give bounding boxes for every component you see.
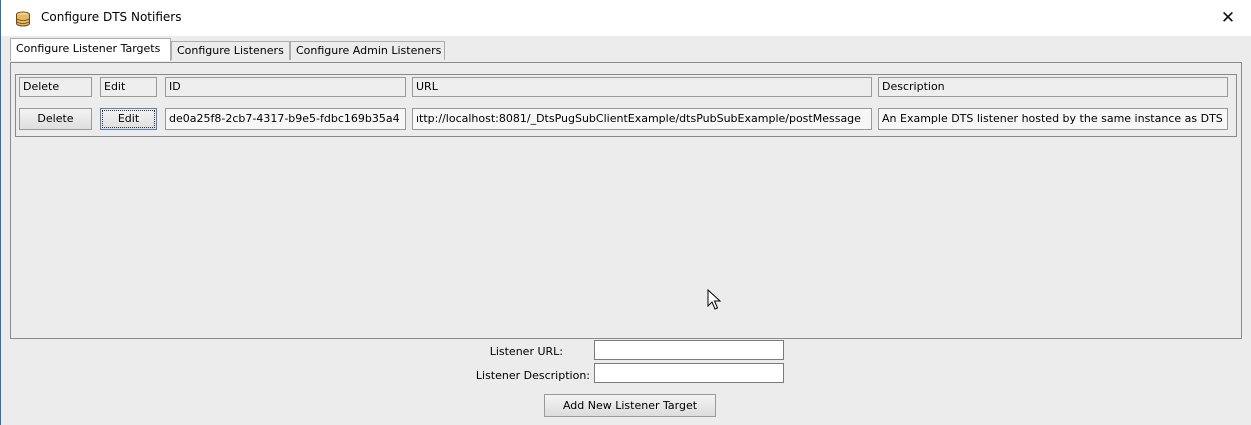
column-header-description: Description bbox=[878, 77, 1228, 97]
delete-row-button[interactable]: Delete bbox=[19, 108, 92, 130]
listener-url-input[interactable] bbox=[594, 340, 784, 360]
listener-targets-table: Delete Edit ID URL Description Delete Ed… bbox=[15, 74, 1237, 137]
listener-url-label: Listener URL: bbox=[489, 345, 563, 358]
row-url-cell[interactable]: ıttp://localhost:8081/_DtsPugSubClientEx… bbox=[412, 108, 872, 130]
tab-configure-listeners[interactable]: Configure Listeners bbox=[171, 41, 290, 60]
row-description-cell[interactable]: An Example DTS listener hosted by the sa… bbox=[878, 108, 1228, 130]
column-header-url: URL bbox=[412, 77, 872, 97]
row-id-cell[interactable]: de0a25f8-2cb7-4317-b9e5-fdbc169b35a4 bbox=[165, 108, 406, 130]
tab-strip: Configure Listeners Configure Admin List… bbox=[1, 37, 1251, 61]
listener-description-label: Listener Description: bbox=[475, 369, 590, 382]
add-new-listener-target-button[interactable]: Add New Listener Target bbox=[544, 394, 716, 417]
close-button[interactable]: ✕ bbox=[1205, 0, 1251, 36]
edit-row-button[interactable]: Edit bbox=[100, 108, 157, 130]
window-title: Configure DTS Notifiers bbox=[41, 10, 182, 24]
tab-configure-admin-listeners[interactable]: Configure Admin Listeners bbox=[290, 41, 445, 60]
tab-configure-listener-targets[interactable]: Configure Listener Targets bbox=[10, 38, 171, 61]
listener-targets-panel: Delete Edit ID URL Description Delete Ed… bbox=[10, 62, 1242, 339]
add-listener-target-form: Listener URL: Listener Description: Add … bbox=[1, 340, 1251, 425]
configure-dts-notifiers-window: Configure DTS Notifiers ✕ Configure List… bbox=[0, 0, 1251, 425]
column-header-edit: Edit bbox=[100, 77, 157, 97]
listener-description-input[interactable] bbox=[594, 363, 784, 383]
mouse-pointer-icon bbox=[707, 289, 722, 310]
title-bar[interactable]: Configure DTS Notifiers ✕ bbox=[1, 0, 1251, 36]
column-header-id: ID bbox=[165, 77, 406, 97]
column-header-delete: Delete bbox=[19, 77, 92, 97]
database-cylinder-icon bbox=[16, 11, 30, 27]
close-icon: ✕ bbox=[1220, 8, 1236, 28]
